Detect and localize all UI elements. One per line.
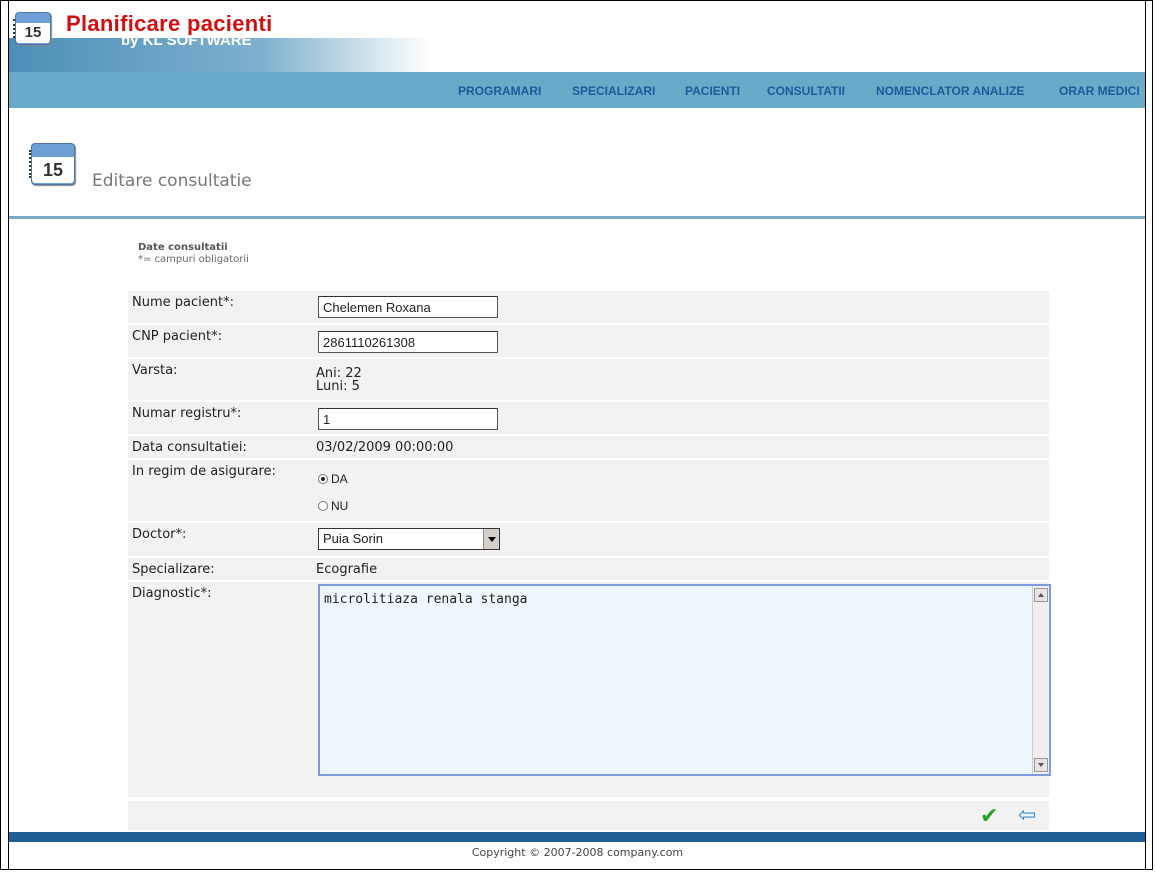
radio-nu-dot[interactable] xyxy=(318,500,328,511)
row-numar-registru: Numar registru*: 1 xyxy=(128,402,1049,434)
nav-item-pacienti[interactable]: PACIENTI xyxy=(685,84,740,98)
varsta-luni: Luni: 5 xyxy=(316,379,360,394)
scroll-down-icon[interactable] xyxy=(1034,758,1048,772)
numar-registru-input[interactable]: 1 xyxy=(318,408,498,430)
app-header: 15 Planificare pacienti by KL SOFTWARE xyxy=(9,1,1145,73)
footer-bar xyxy=(9,832,1145,842)
row-asigurare: In regim de asigurare: DA NU xyxy=(128,460,1049,521)
radio-nu[interactable]: NU xyxy=(318,499,348,513)
data-consultatiei-value: 03/02/2009 00:00:00 xyxy=(316,440,454,455)
cnp-pacient-input[interactable]: 2861110261308 xyxy=(318,331,498,353)
app-subtitle: by KL SOFTWARE xyxy=(121,32,252,49)
required-fields-note: *= campuri obligatorii xyxy=(138,254,249,265)
label-asigurare: In regim de asigurare: xyxy=(132,464,276,479)
page-title: Editare consultatie xyxy=(92,171,252,191)
doctor-select-value: Puia Sorin xyxy=(323,531,383,546)
diagnostic-text: microlitiaza renala stanga xyxy=(324,592,528,607)
row-cnp-pacient: CNP pacient*: 2861110261308 xyxy=(128,325,1049,357)
form-actions: ✔ ⇦ xyxy=(128,801,1049,830)
label-numar-registru: Numar registru*: xyxy=(132,406,242,421)
nume-pacient-input[interactable]: Chelemen Roxana xyxy=(318,296,498,318)
nav-item-specializari[interactable]: SPECIALIZARI xyxy=(572,84,655,98)
row-nume-pacient: Nume pacient*: Chelemen Roxana xyxy=(128,291,1049,323)
row-specializare: Specializare: Ecografie xyxy=(128,558,1049,580)
label-specializare: Specializare: xyxy=(132,562,215,577)
nav-item-consultatii[interactable]: CONSULTATII xyxy=(767,84,845,98)
label-nume-pacient: Nume pacient*: xyxy=(132,295,234,310)
radio-da[interactable]: DA xyxy=(318,472,348,486)
page-calendar-icon: 15 xyxy=(29,143,75,185)
chevron-down-icon[interactable] xyxy=(483,529,499,549)
copyright-text: Copyright © 2007-2008 company.com xyxy=(471,846,684,859)
main-nav: PROGRAMARI SPECIALIZARI PACIENTI CONSULT… xyxy=(9,72,1145,108)
label-cnp-pacient: CNP pacient*: xyxy=(132,329,222,344)
title-divider xyxy=(9,216,1145,219)
label-data-consultatiei: Data consultatiei: xyxy=(132,440,247,455)
row-doctor: Doctor*: Puia Sorin xyxy=(128,523,1049,556)
calendar-logo-icon: 15 xyxy=(13,12,51,45)
row-diagnostic: Diagnostic*: microlitiaza renala stanga xyxy=(128,582,1051,797)
radio-nu-label: NU xyxy=(331,499,349,513)
label-diagnostic: Diagnostic*: xyxy=(132,586,212,601)
radio-da-label: DA xyxy=(331,472,348,486)
diagnostic-textarea[interactable]: microlitiaza renala stanga xyxy=(318,584,1051,776)
label-doctor: Doctor*: xyxy=(132,527,187,542)
nav-item-nomenclator-analize[interactable]: NOMENCLATOR ANALIZE xyxy=(876,84,1024,98)
textarea-scrollbar[interactable] xyxy=(1032,586,1049,774)
scroll-up-icon[interactable] xyxy=(1034,588,1048,602)
nav-item-orar-medici[interactable]: ORAR MEDICI xyxy=(1059,84,1140,98)
section-title: Date consultatii xyxy=(138,242,228,253)
back-arrow-icon[interactable]: ⇦ xyxy=(1018,803,1036,828)
nav-item-programari[interactable]: PROGRAMARI xyxy=(458,84,541,98)
radio-da-dot[interactable] xyxy=(318,473,328,484)
row-data-consultatiei: Data consultatiei: 03/02/2009 00:00:00 xyxy=(128,436,1049,458)
row-varsta: Varsta: Ani: 22 Luni: 5 xyxy=(128,359,1049,400)
label-varsta: Varsta: xyxy=(132,363,178,378)
specializare-value: Ecografie xyxy=(316,562,378,577)
checkmark-icon[interactable]: ✔ xyxy=(980,804,998,829)
doctor-select[interactable]: Puia Sorin xyxy=(318,528,500,550)
